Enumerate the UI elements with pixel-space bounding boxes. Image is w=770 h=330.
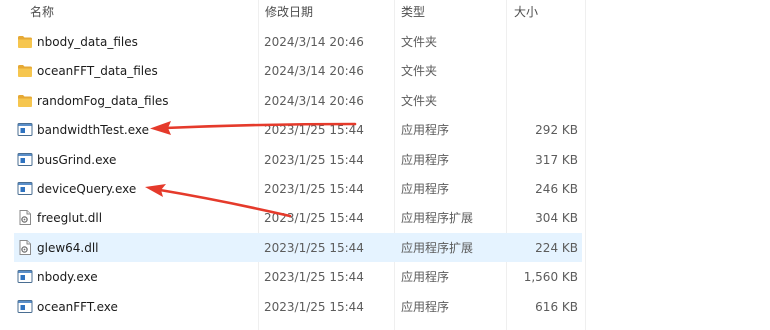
file-name: freeglut.dll: [37, 211, 103, 226]
file-size: 224 KB: [535, 240, 578, 255]
file-size: 292 KB: [535, 123, 578, 138]
file-name: oceanFFT_data_files: [37, 64, 158, 79]
file-name: oceanFFT.exe: [37, 299, 118, 314]
application-icon: [17, 269, 33, 284]
application-icon: [17, 181, 33, 196]
column-header-type[interactable]: 类型: [401, 3, 425, 20]
file-type: 应用程序: [401, 123, 450, 138]
column-header-size[interactable]: 大小: [514, 3, 538, 20]
application-icon: [17, 152, 33, 167]
file-name: deviceQuery.exe: [37, 182, 137, 196]
column-divider[interactable]: [585, 0, 586, 330]
file-name: bandwidthTest.exe: [37, 123, 150, 138]
folder-icon: [17, 63, 33, 78]
file-modified-date: 2024/3/14 20:46: [264, 93, 364, 108]
file-row[interactable]: nbody.exe 2023/1/25 15:44 应用程序 1,560 KB: [14, 262, 582, 291]
folder-icon: [17, 93, 33, 108]
file-modified-date: 2023/1/25 15:44: [264, 240, 364, 255]
file-row[interactable]: bandwidthTest.exe 2023/1/25 15:44 应用程序 292 …: [14, 115, 582, 144]
file-type: 应用程序: [401, 270, 450, 285]
dll-file-icon: [17, 239, 33, 255]
file-type: 文件夹: [401, 35, 438, 49]
application-icon: [17, 299, 33, 314]
file-type: 文件夹: [401, 93, 438, 108]
file-size: 1,560 KB: [523, 270, 578, 285]
file-modified-date: 2023/1/25 15:44: [264, 299, 364, 314]
file-modified-date: 2023/1/25 15:44: [264, 270, 364, 285]
file-name: nbody_data_files: [37, 35, 138, 49]
file-row[interactable]: freeglut.dll 2023/1/25 15:44 应用程序扩展 304 KB: [14, 203, 582, 232]
file-name: nbody.exe: [37, 270, 98, 285]
file-size: 317 KB: [535, 152, 578, 167]
file-modified-date: 2024/3/14 20:46: [264, 64, 364, 79]
column-header-bar: 名称 修改日期 类型 大小: [0, 0, 770, 330]
file-name: randomFog_data_files: [37, 93, 169, 108]
file-modified-date: 2023/1/25 15:44: [264, 211, 364, 226]
file-type: 应用程序: [401, 299, 450, 314]
folder-icon: [17, 34, 33, 49]
file-size: 304 KB: [535, 211, 578, 226]
column-header-name[interactable]: 名称: [30, 3, 54, 20]
file-size: 616 KB: [535, 299, 578, 314]
dll-file-icon: [17, 210, 33, 226]
file-type: 应用程序: [401, 182, 450, 196]
file-modified-date: 2023/1/25 15:44: [264, 152, 364, 167]
file-type: 文件夹: [401, 64, 438, 79]
application-icon: [17, 122, 33, 137]
file-modified-date: 2023/1/25 15:44: [264, 123, 364, 138]
file-row[interactable]: glew64.dll 2023/1/25 15:44 应用程序扩展 224 KB: [14, 232, 582, 262]
file-name: glew64.dll: [37, 240, 99, 255]
file-row[interactable]: deviceQuery.exe 2023/1/25 15:44 应用程序 246 KB: [14, 174, 582, 203]
file-modified-date: 2023/1/25 15:44: [264, 182, 364, 196]
file-modified-date: 2024/3/14 20:46: [264, 35, 364, 49]
file-type: 应用程序扩展: [401, 240, 474, 255]
file-type: 应用程序: [401, 152, 450, 167]
file-row[interactable]: randomFog_data_files 2024/3/14 20:46 文件夹: [14, 86, 582, 115]
file-size: 246 KB: [535, 182, 578, 196]
file-type: 应用程序扩展: [401, 211, 474, 226]
file-row[interactable]: oceanFFT_data_files 2024/3/14 20:46 文件夹: [14, 56, 582, 85]
file-row[interactable]: nbody_data_files 2024/3/14 20:46 文件夹: [14, 27, 582, 56]
file-name: busGrind.exe: [37, 152, 117, 167]
file-row[interactable]: oceanFFT.exe 2023/1/25 15:44 应用程序 616 KB: [14, 292, 582, 321]
file-row[interactable]: busGrind.exe 2023/1/25 15:44 应用程序 317 KB: [14, 145, 582, 174]
column-header-date[interactable]: 修改日期: [265, 3, 313, 20]
